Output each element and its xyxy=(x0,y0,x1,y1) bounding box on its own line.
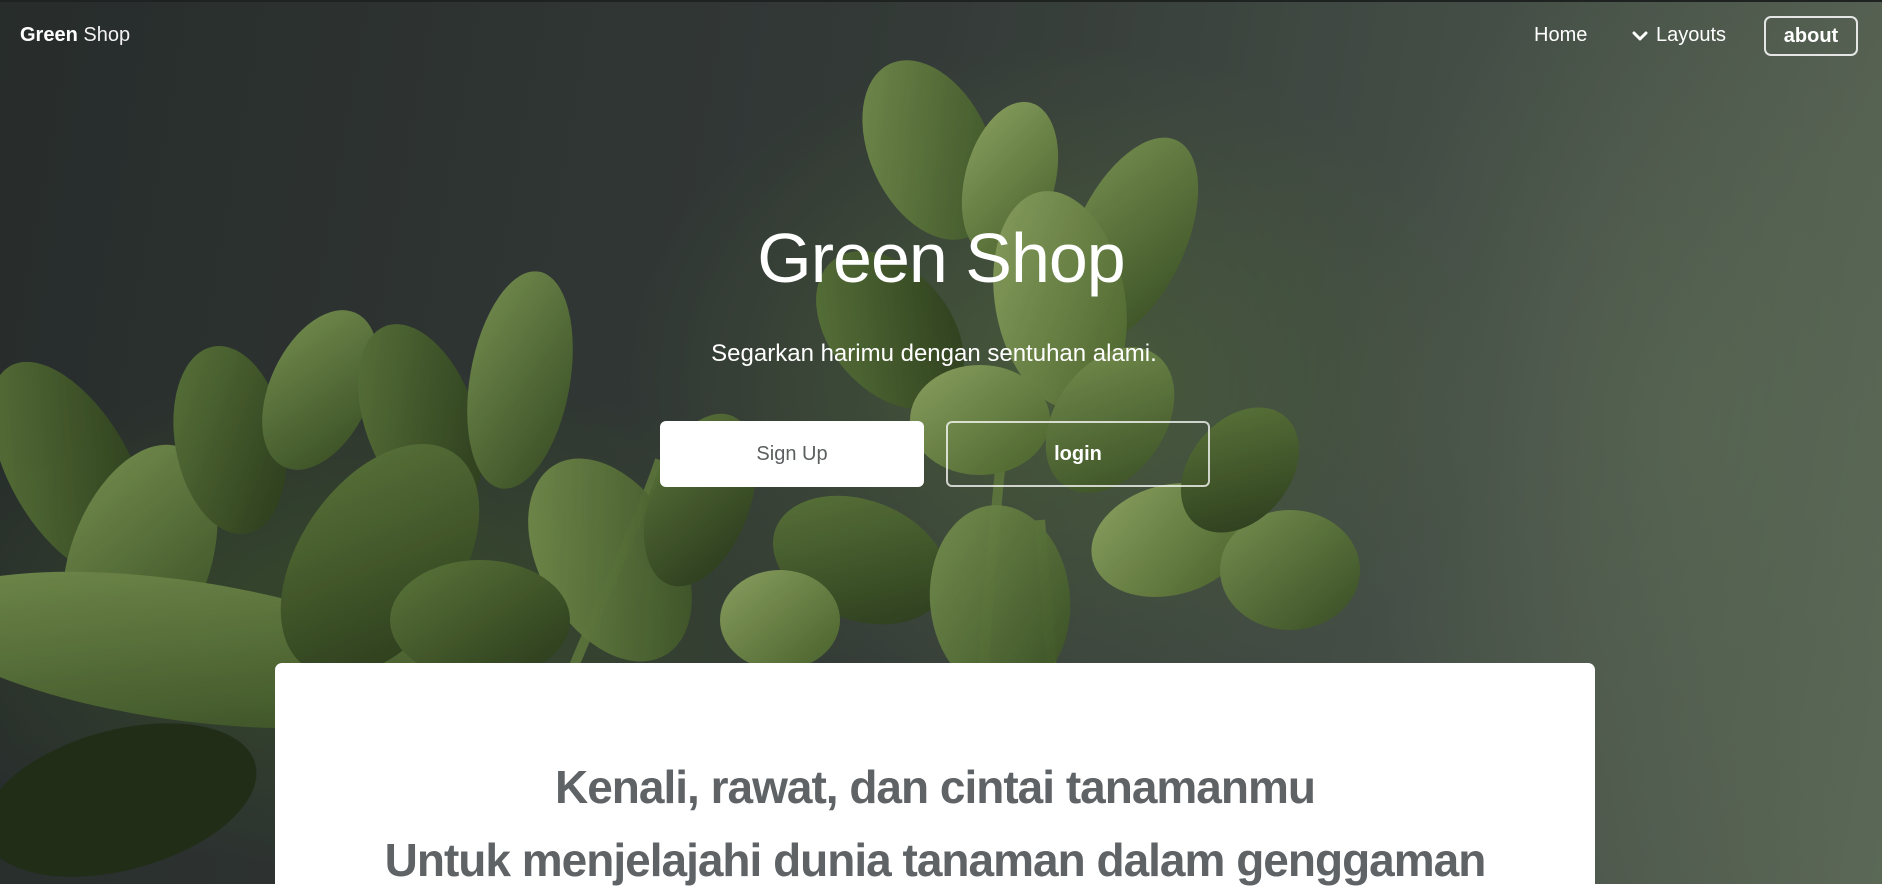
intro-card: Kenali, rawat, dan cintai tanamanmu Untu… xyxy=(275,663,1595,889)
hero-title: Green Shop xyxy=(757,219,1125,297)
hero-subtitle: Segarkan harimu dengan sentuhan alami. xyxy=(711,340,1157,367)
nav-layouts-label: Layouts xyxy=(1656,24,1727,46)
nav-layouts-dropdown[interactable]: Layouts xyxy=(1632,24,1726,47)
intro-heading-line2: Untuk menjelajahi dunia tanaman dalam ge… xyxy=(384,834,1487,886)
intro-heading-line1: Kenali, rawat, dan cintai tanamanmu xyxy=(555,761,1316,813)
nav-home-link[interactable]: Home xyxy=(1534,24,1587,47)
nav-about-button[interactable]: about xyxy=(1764,16,1858,56)
sign-up-button[interactable]: Sign Up xyxy=(660,421,924,487)
navbar: Green Shop Home Layouts about xyxy=(0,2,1882,70)
chevron-down-icon xyxy=(1632,31,1648,40)
login-button[interactable]: login xyxy=(946,421,1210,487)
brand-name-strong: Green xyxy=(20,24,78,46)
brand-name-light: Shop xyxy=(83,24,131,46)
page: Green Shop Home Layouts about Green Shop… xyxy=(0,0,1882,889)
brand-logo[interactable]: Green Shop xyxy=(20,24,130,47)
